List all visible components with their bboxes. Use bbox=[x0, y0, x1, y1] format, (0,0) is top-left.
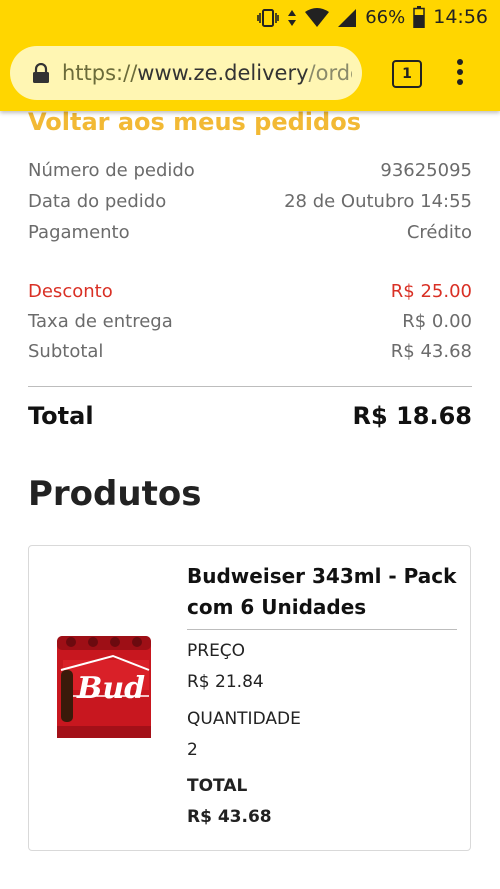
url-scheme: https:// bbox=[62, 61, 138, 85]
subtotal-row: Subtotal R$ 43.68 bbox=[28, 341, 472, 362]
browser-toolbar: 66% 14:56 https://www.ze.delivery/orders… bbox=[0, 0, 500, 111]
price-value: R$ 21.84 bbox=[187, 672, 264, 692]
discount-value: R$ 25.00 bbox=[390, 281, 472, 302]
discount-row: Desconto R$ 25.00 bbox=[28, 281, 472, 302]
product-total-value: R$ 43.68 bbox=[187, 807, 272, 827]
lock-icon bbox=[33, 63, 49, 83]
card-divider bbox=[187, 629, 457, 630]
payment-row: Pagamento Crédito bbox=[28, 222, 472, 243]
vibrate-icon bbox=[257, 7, 280, 28]
url-path: /orders bbox=[308, 61, 352, 85]
delivery-fee-row: Taxa de entrega R$ 0.00 bbox=[28, 311, 472, 332]
total-row: Total R$ 18.68 bbox=[28, 402, 472, 430]
payment-value: Crédito bbox=[406, 222, 472, 243]
subtotal-label: Subtotal bbox=[28, 341, 104, 362]
divider bbox=[28, 386, 472, 387]
order-date-value: 28 de Outubro 14:55 bbox=[284, 191, 472, 212]
delivery-fee-value: R$ 0.00 bbox=[402, 311, 472, 332]
quantity-label: QUANTIDADE bbox=[187, 709, 301, 729]
price-label: PREÇO bbox=[187, 641, 246, 661]
total-label: Total bbox=[28, 402, 94, 430]
order-date-label: Data do pedido bbox=[28, 191, 167, 212]
signal-icon bbox=[337, 7, 357, 28]
status-bar: 66% 14:56 bbox=[0, 0, 500, 36]
order-date-row: Data do pedido 28 de Outubro 14:55 bbox=[28, 191, 472, 212]
products-heading: Produtos bbox=[28, 474, 202, 514]
back-to-orders-link[interactable]: Voltar aos meus pedidos bbox=[28, 108, 361, 136]
data-arrows-icon bbox=[287, 7, 297, 28]
url-host: www.ze.delivery bbox=[137, 61, 309, 85]
order-number-label: Número de pedido bbox=[28, 160, 195, 181]
address-bar[interactable]: https://www.ze.delivery/orders bbox=[10, 46, 362, 100]
order-number-row: Número de pedido 93625095 bbox=[28, 160, 472, 181]
product-card: Bud Budweiser 343ml - Pack com 6 Unidade… bbox=[28, 545, 471, 851]
quantity-value: 2 bbox=[187, 740, 198, 760]
product-total-label: TOTAL bbox=[187, 776, 248, 796]
delivery-fee-label: Taxa de entrega bbox=[28, 311, 173, 332]
product-image-brand: Bud bbox=[76, 671, 145, 706]
product-name: Budweiser 343ml - Pack com 6 Unidades bbox=[187, 564, 457, 619]
overflow-menu-icon[interactable] bbox=[453, 59, 467, 89]
order-number-value: 93625095 bbox=[380, 160, 472, 181]
tab-switcher-button[interactable]: 1 bbox=[392, 60, 422, 88]
discount-label: Desconto bbox=[28, 281, 113, 302]
total-value: R$ 18.68 bbox=[352, 402, 472, 430]
subtotal-value: R$ 43.68 bbox=[390, 341, 472, 362]
product-image: Bud bbox=[53, 630, 155, 742]
battery-icon bbox=[413, 6, 425, 29]
url-text[interactable]: https://www.ze.delivery/orders bbox=[62, 61, 352, 85]
clock: 14:56 bbox=[433, 6, 488, 28]
wifi-icon bbox=[305, 7, 330, 28]
payment-label: Pagamento bbox=[28, 222, 130, 243]
battery-percent: 66% bbox=[365, 6, 406, 28]
